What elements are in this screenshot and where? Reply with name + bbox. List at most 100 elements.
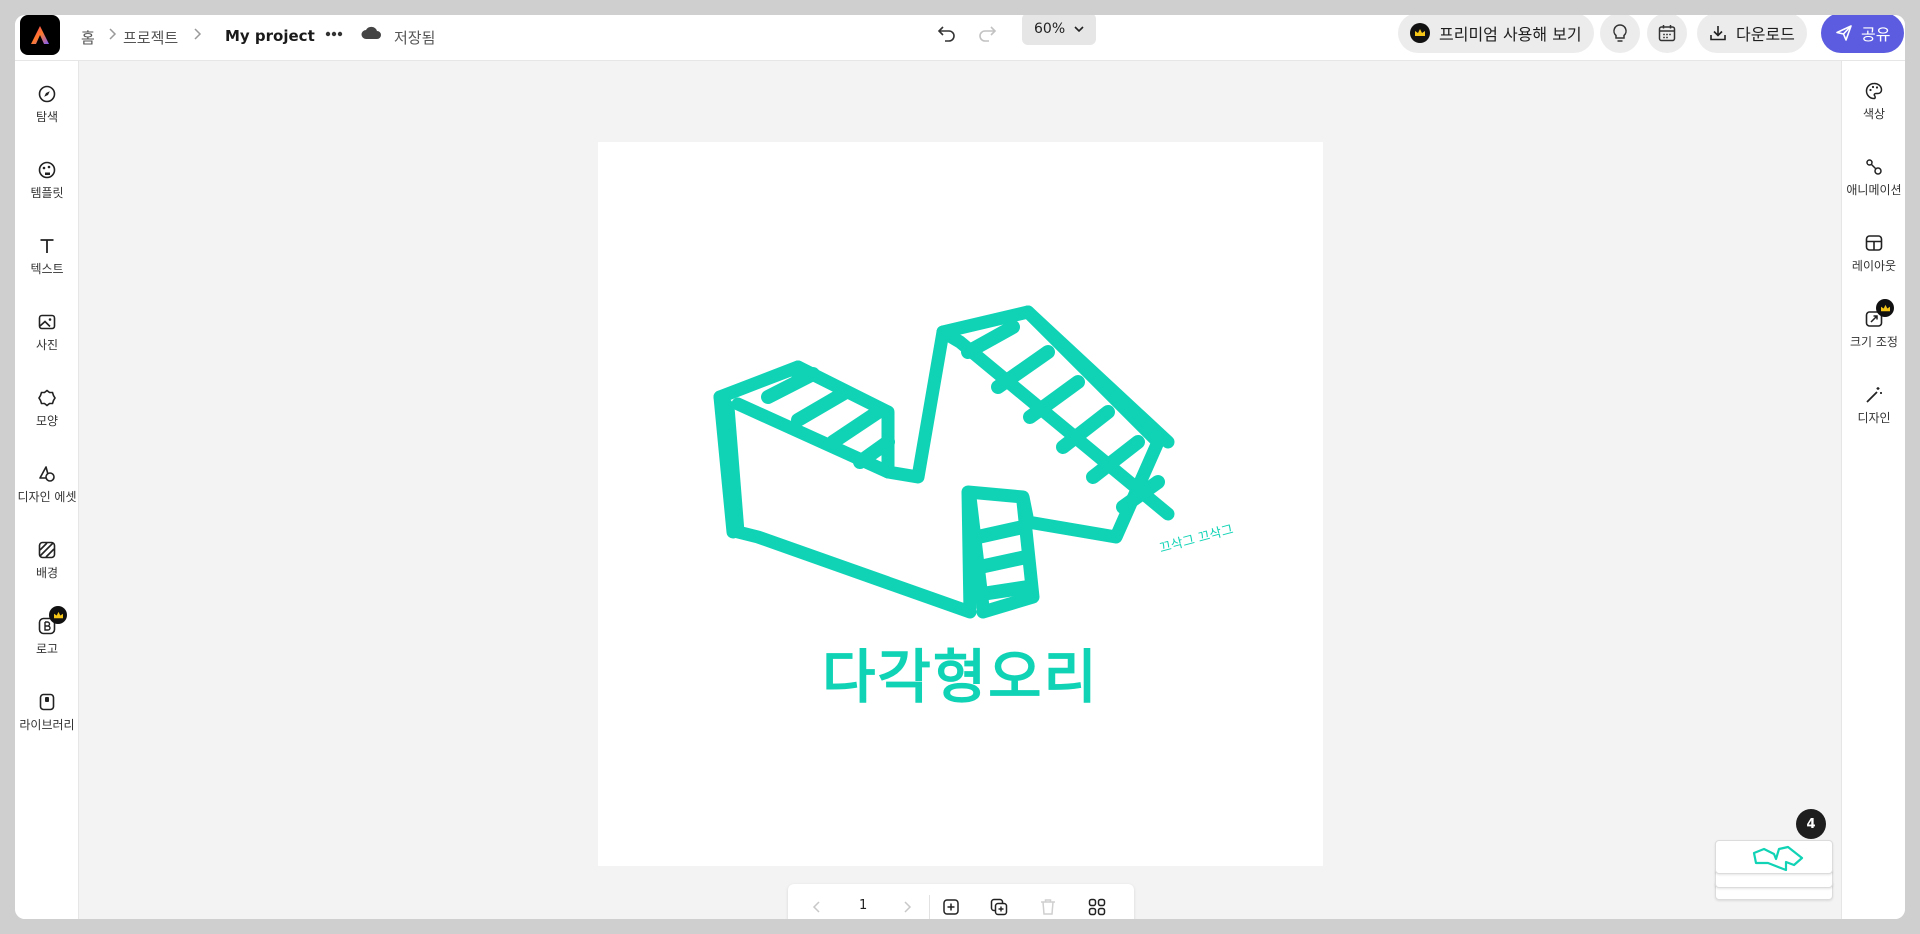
delete-page-button[interactable]: [1037, 896, 1059, 918]
redo-button[interactable]: [975, 21, 999, 45]
thumbnail-preview: [1752, 845, 1804, 872]
rail-item-label: 모양: [35, 414, 59, 428]
text-icon: [40, 239, 54, 253]
magic-wand-icon: [1866, 387, 1882, 403]
save-status: 저장됨: [394, 29, 436, 47]
right-rail: 색상 애니메이션 레이아웃 크기 조정 디자인: [1841, 61, 1905, 919]
rail-item-label: 사진: [35, 338, 59, 352]
rail-item-explore[interactable]: 탐색: [15, 84, 79, 125]
top-bar: 홈 프로젝트 My project 저장됨 60% 프리미엄 사용해 보기 다운…: [15, 15, 1905, 61]
duplicate-page-button[interactable]: [988, 896, 1010, 918]
rail-item-resize[interactable]: 크기 조정: [1842, 309, 1905, 350]
chevron-right-icon: [109, 28, 117, 40]
cloud-icon: [361, 26, 381, 39]
rail-item-background[interactable]: 배경: [15, 540, 79, 581]
crown-icon: [53, 611, 63, 618]
adobe-express-logo[interactable]: [20, 15, 60, 55]
rail-item-label: 로고: [35, 642, 59, 656]
duplicate-icon: [990, 898, 1008, 916]
rail-item-design[interactable]: 디자인: [1842, 385, 1905, 426]
divider: [929, 895, 930, 919]
rail-item-logo[interactable]: 로고: [15, 616, 79, 657]
lightbulb-icon: [1613, 24, 1627, 42]
undo-button[interactable]: [935, 21, 959, 45]
breadcrumb-home[interactable]: 홈: [81, 27, 95, 48]
chevron-right-icon: [194, 28, 202, 40]
rail-item-templates[interactable]: 템플릿: [15, 160, 79, 201]
brand-name-text: 다각형오리: [822, 643, 1099, 711]
share-button[interactable]: 공유: [1821, 15, 1905, 53]
compass-icon: [38, 85, 56, 103]
design-canvas[interactable]: 끄삭그 끄삭그 다각형오리: [598, 142, 1323, 866]
rail-item-label: 디자인: [1857, 411, 1891, 425]
rail-item-layout[interactable]: 레이아웃: [1842, 233, 1905, 274]
schedule-button[interactable]: [1647, 15, 1687, 53]
photo-icon: [38, 314, 56, 330]
rail-item-library[interactable]: 라이브러리: [15, 692, 79, 733]
zoom-select[interactable]: 60%: [1022, 15, 1096, 45]
add-page-button[interactable]: [940, 896, 962, 918]
polygon-duck-logo-artwork: [713, 305, 1175, 619]
download-icon: [1710, 26, 1726, 41]
rail-item-label: 텍스트: [30, 262, 64, 276]
rail-item-label: 디자인 에셋: [17, 490, 77, 504]
download-label: 다운로드: [1736, 25, 1795, 44]
rail-item-animation[interactable]: 애니메이션: [1842, 157, 1905, 198]
animation-icon: [1866, 159, 1882, 175]
ideas-button[interactable]: [1600, 15, 1640, 53]
chevron-left-icon: [812, 901, 820, 913]
calendar-icon: [1658, 25, 1676, 42]
app-window: 홈 프로젝트 My project 저장됨 60% 프리미엄 사용해 보기 다운…: [15, 15, 1905, 919]
share-label: 공유: [1861, 25, 1891, 44]
rail-item-colors[interactable]: 색상: [1842, 81, 1905, 122]
breadcrumb-projects[interactable]: 프로젝트: [123, 27, 178, 48]
rail-item-photos[interactable]: 사진: [15, 312, 79, 353]
previous-page-button[interactable]: [808, 898, 826, 916]
more-options-button[interactable]: [321, 23, 347, 45]
rail-item-label: 배경: [35, 566, 59, 580]
rail-item-text[interactable]: 텍스트: [15, 236, 79, 277]
chevron-right-icon: [904, 901, 912, 913]
background-icon: [38, 541, 56, 559]
crown-icon: [1410, 23, 1430, 43]
premium-trial-button[interactable]: 프리미엄 사용해 보기: [1398, 15, 1594, 53]
zoom-level: 60%: [1034, 21, 1066, 37]
rail-item-design-assets[interactable]: 디자인 에셋: [15, 464, 79, 505]
more-horizontal-icon: [325, 31, 343, 37]
library-icon: [39, 693, 55, 711]
template-icon: [38, 161, 56, 179]
download-button[interactable]: 다운로드: [1697, 15, 1807, 53]
premium-badge: [1876, 299, 1894, 317]
thumbnail-card-front: [1715, 840, 1833, 874]
page-thumbnail-stack[interactable]: [1701, 826, 1833, 916]
next-page-button[interactable]: [898, 898, 916, 916]
rail-item-label: 레이아웃: [1851, 259, 1897, 273]
page-navigation-bar: 1: [788, 884, 1134, 919]
send-icon: [1836, 25, 1852, 41]
app-logo-icon: [31, 26, 49, 44]
rail-item-shapes[interactable]: 모양: [15, 388, 79, 429]
cloud-status: [359, 22, 383, 44]
chevron-down-icon: [1074, 26, 1084, 33]
rail-item-label: 색상: [1862, 107, 1886, 121]
add-page-icon: [943, 899, 959, 915]
premium-trial-label: 프리미엄 사용해 보기: [1439, 25, 1582, 44]
rail-item-label: 크기 조정: [1850, 335, 1898, 349]
palette-icon: [1865, 82, 1883, 100]
trash-icon: [1041, 899, 1055, 915]
design-assets-icon: [39, 466, 55, 482]
grid-icon: [1088, 898, 1106, 916]
page-number: 1: [859, 898, 868, 913]
premium-badge: [49, 606, 67, 624]
rail-item-label: 라이브러리: [19, 718, 75, 732]
undo-icon: [937, 26, 955, 42]
project-name[interactable]: My project: [225, 27, 315, 45]
redo-icon: [979, 26, 997, 42]
layout-icon: [1865, 235, 1883, 251]
page-count-badge: 4: [1796, 809, 1826, 839]
shape-icon: [38, 389, 56, 407]
left-rail: 탐색 템플릿 텍스트 사진 모양 디자인 에셋 배경 로고 라이브러리: [15, 61, 79, 919]
rail-item-label: 애니메이션: [1846, 183, 1902, 197]
grid-view-button[interactable]: [1086, 896, 1108, 918]
rail-item-label: 탐색: [35, 110, 59, 124]
